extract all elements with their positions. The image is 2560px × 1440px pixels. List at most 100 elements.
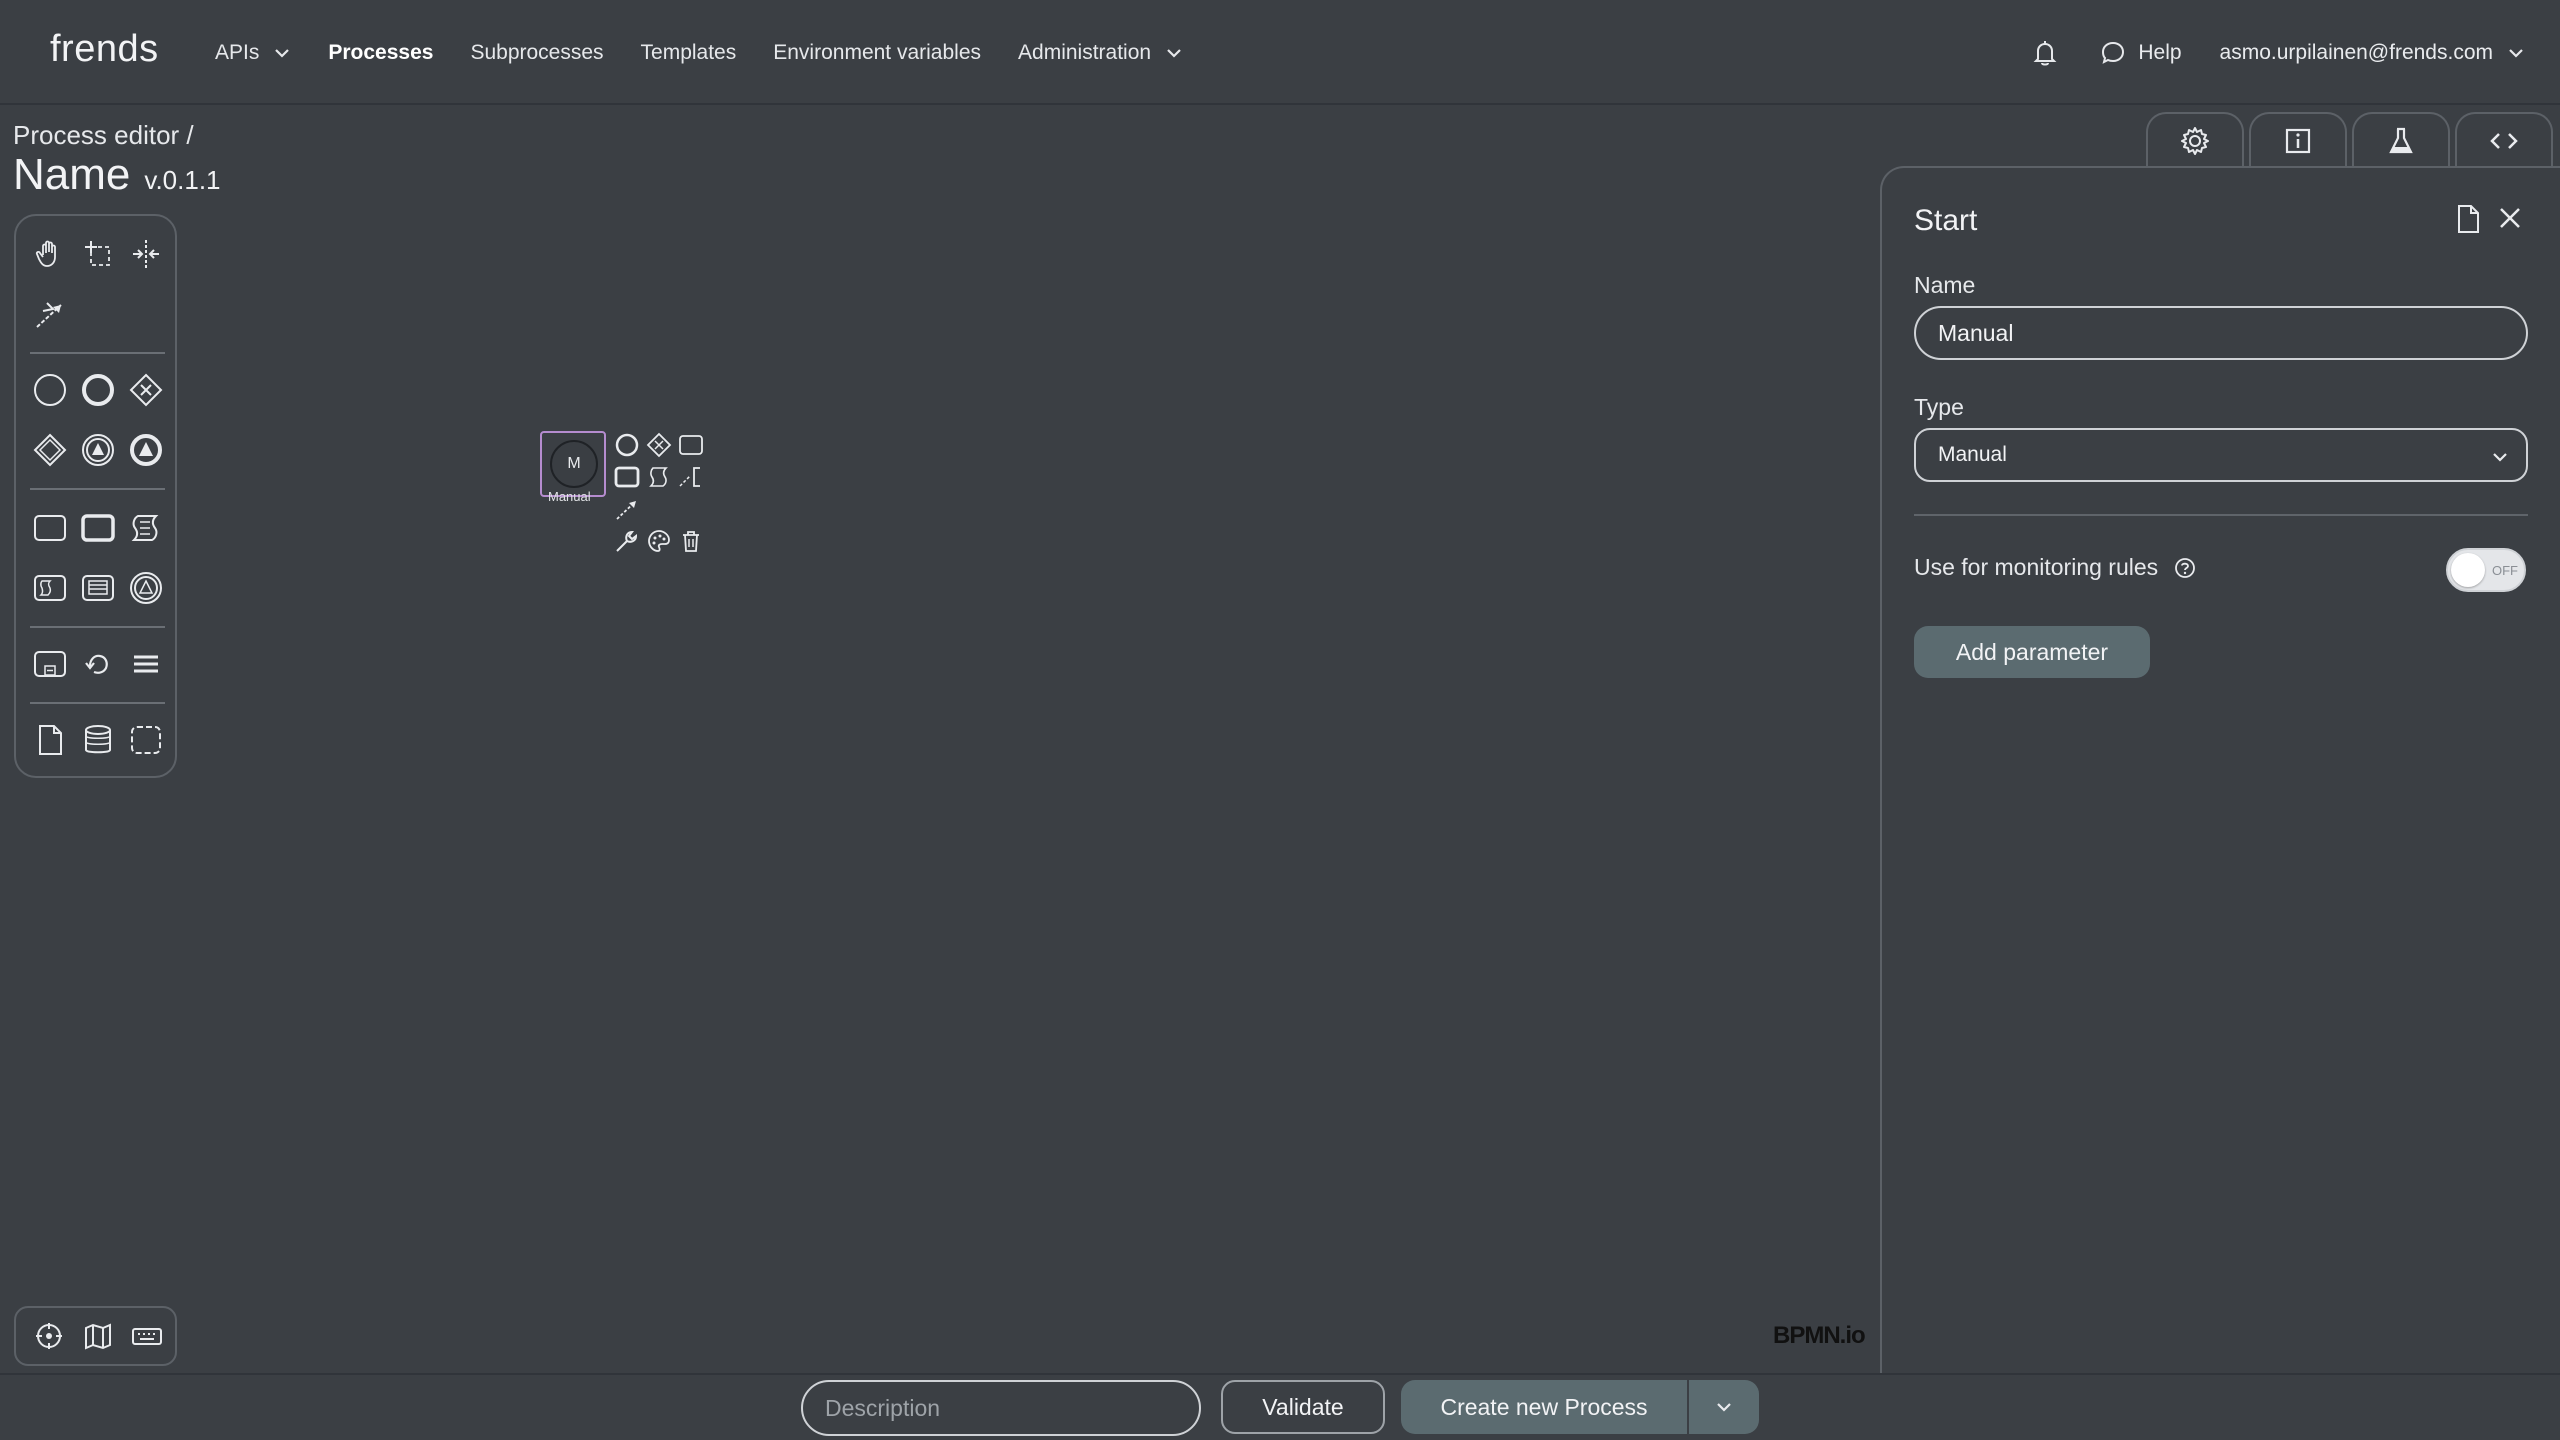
- palette-divider: [30, 702, 165, 704]
- start-event-circle: M: [550, 440, 598, 488]
- breadcrumb[interactable]: Process editor /: [13, 120, 194, 151]
- collapsed-subprocess-icon[interactable]: [28, 642, 72, 686]
- validate-button[interactable]: Validate: [1221, 1380, 1385, 1434]
- chevron-down-icon: [1717, 1403, 1731, 1412]
- append-subprocess-icon[interactable]: [612, 462, 642, 492]
- connect-tool-icon[interactable]: [28, 292, 72, 336]
- task-icon[interactable]: [28, 506, 72, 550]
- space-tool-icon[interactable]: [124, 232, 168, 276]
- tab-test[interactable]: [2352, 112, 2450, 167]
- bpmn-io-watermark[interactable]: BPMN.io: [1773, 1322, 1866, 1350]
- nav-templates[interactable]: Templates: [641, 41, 737, 65]
- page-title: Name v.0.1.1: [13, 150, 221, 200]
- frends-logo[interactable]: frends: [50, 28, 159, 71]
- tab-settings[interactable]: [2146, 112, 2244, 167]
- process-name: Name: [13, 150, 131, 199]
- palette-divider: [30, 626, 165, 628]
- palette-row-misc: [16, 642, 179, 686]
- group-icon[interactable]: [124, 718, 168, 762]
- append-task-icon[interactable]: [676, 430, 706, 460]
- append-end-event-icon[interactable]: [612, 430, 642, 460]
- start-event-node[interactable]: M Manual: [540, 431, 606, 504]
- code-icon: [2490, 132, 2518, 149]
- user-menu[interactable]: asmo.urpilainen@frends.com: [2220, 41, 2525, 65]
- chevron-down-icon: [275, 48, 290, 58]
- chevron-down-icon: [1167, 48, 1181, 58]
- type-label: Type: [1914, 394, 1964, 420]
- nav-templates-label: Templates: [640, 40, 737, 64]
- top-right-actions: Help asmo.urpilainen@frends.com: [2030, 0, 2525, 105]
- nav-environment-variables[interactable]: Environment variables: [773, 41, 981, 65]
- intermediate-event-icon[interactable]: [76, 428, 120, 472]
- chat-bubble-icon: [2102, 41, 2125, 64]
- canvas-tools: [14, 1306, 177, 1366]
- description-input[interactable]: Description: [801, 1380, 1201, 1436]
- chevron-down-icon: [2509, 48, 2523, 58]
- nav-apis[interactable]: APIs: [215, 41, 291, 65]
- hand-tool-icon[interactable]: [28, 232, 72, 276]
- nav-subprocesses[interactable]: Subprocesses: [470, 41, 603, 65]
- script-task-icon[interactable]: [124, 506, 168, 550]
- tab-info[interactable]: [2249, 112, 2347, 167]
- lasso-tool-icon[interactable]: [76, 232, 120, 276]
- table-icon[interactable]: [76, 566, 120, 610]
- palette-divider: [30, 488, 165, 490]
- signal-event-icon[interactable]: [124, 566, 168, 610]
- palette-row-tools: [16, 232, 179, 276]
- tab-code[interactable]: [2455, 112, 2553, 167]
- process-version: v.0.1.1: [144, 165, 221, 195]
- monitoring-rules-toggle[interactable]: OFF: [2446, 548, 2526, 592]
- monitoring-rules-label: Use for monitoring rules: [1914, 554, 2159, 580]
- keyboard-icon[interactable]: [126, 1314, 167, 1358]
- minimap-icon[interactable]: [77, 1314, 118, 1358]
- nav-processes[interactable]: Processes: [328, 41, 433, 65]
- gear-icon: [2181, 126, 2209, 155]
- start-event-label: Manual: [548, 489, 591, 504]
- subprocess-icon[interactable]: [76, 506, 120, 550]
- parallel-gateway-icon[interactable]: [28, 428, 72, 472]
- properties-panel: Start Name Manual Type Manual Use for mo…: [1880, 166, 2560, 1376]
- panel-divider: [1914, 514, 2528, 516]
- exclusive-gateway-icon[interactable]: [124, 368, 168, 412]
- type-select[interactable]: Manual: [1914, 428, 2528, 482]
- palette-row-gateways: [16, 428, 179, 472]
- palette-row-activities: [16, 566, 179, 610]
- start-event-icon[interactable]: [28, 368, 72, 412]
- data-object-icon[interactable]: [28, 718, 72, 762]
- notification-bell-icon[interactable]: [2030, 38, 2060, 68]
- trash-icon[interactable]: [676, 526, 706, 556]
- data-store-icon[interactable]: [76, 718, 120, 762]
- nav-administration[interactable]: Administration: [1018, 41, 1183, 65]
- create-process-dropdown[interactable]: [1689, 1380, 1759, 1434]
- palette-row-events: [16, 368, 179, 412]
- append-gateway-icon[interactable]: [644, 430, 674, 460]
- wrench-icon[interactable]: [612, 526, 642, 556]
- palette-row-tasks: [16, 506, 179, 550]
- monitoring-rules-row: Use for monitoring rules: [1914, 554, 2196, 581]
- help-circle-icon[interactable]: [2174, 557, 2196, 579]
- chevron-down-icon: [2493, 453, 2507, 462]
- bpmn-palette: [14, 214, 177, 778]
- color-palette-icon[interactable]: [644, 526, 674, 556]
- document-icon[interactable]: [2454, 204, 2482, 234]
- list-icon[interactable]: [124, 642, 168, 686]
- connect-icon[interactable]: [612, 494, 642, 524]
- panel-title: Start: [1914, 204, 1978, 237]
- end-event-icon[interactable]: [76, 368, 120, 412]
- append-annotation-icon[interactable]: [676, 462, 706, 492]
- add-parameter-button[interactable]: Add parameter: [1914, 626, 2150, 678]
- name-input[interactable]: Manual: [1914, 306, 2528, 360]
- user-email: asmo.urpilainen@frends.com: [2219, 40, 2493, 64]
- escalation-event-icon[interactable]: [124, 428, 168, 472]
- name-label: Name: [1914, 272, 1976, 298]
- recenter-icon[interactable]: [28, 1314, 69, 1358]
- close-icon[interactable]: [2496, 204, 2524, 232]
- append-script-icon[interactable]: [644, 462, 674, 492]
- call-activity-icon[interactable]: [28, 566, 72, 610]
- nav-apis-label: APIs: [215, 40, 260, 64]
- flask-icon: [2389, 127, 2413, 153]
- loop-icon[interactable]: [76, 642, 120, 686]
- create-process-button[interactable]: Create new Process: [1401, 1380, 1687, 1434]
- nav-environment-variables-label: Environment variables: [773, 40, 982, 64]
- help-link[interactable]: Help: [2100, 40, 2182, 66]
